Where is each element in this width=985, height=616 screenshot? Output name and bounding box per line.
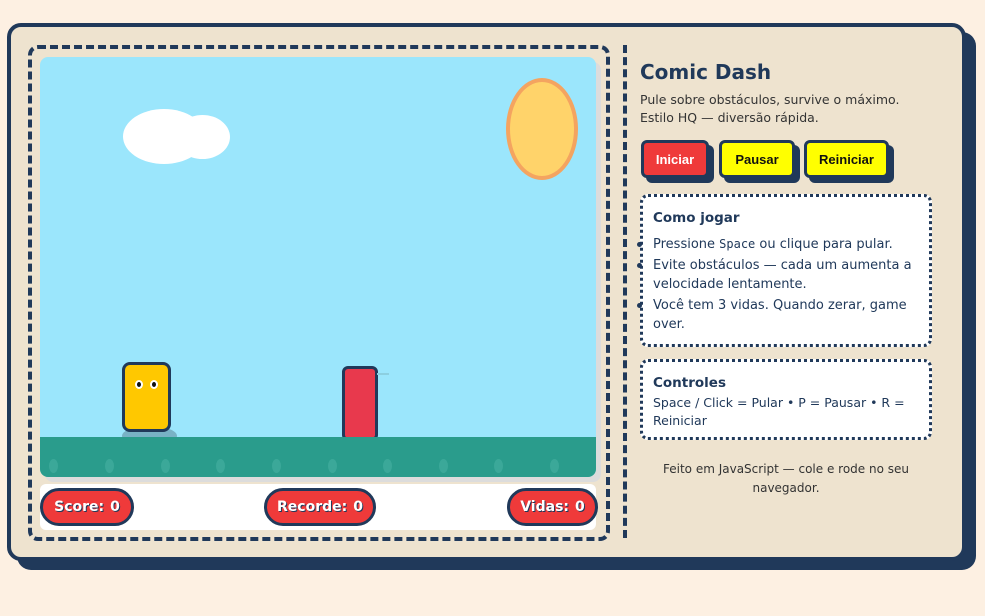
footer-note: Feito em JavaScript — cole e rode no seu… [663,462,909,495]
pause-button[interactable]: Pausar [719,140,795,178]
how-to-play-card: Como jogar Pressione Space ou clique par… [637,194,932,347]
score-value: 0 [110,499,120,515]
panel-divider [623,45,627,538]
ground-dot [383,459,392,473]
list-item-text: ou clique para pular. [755,237,893,252]
ground-dot [494,459,503,473]
ground-dot [272,459,281,473]
record-value: 0 [353,499,363,515]
lives-value: 0 [575,499,585,515]
how-to-play-list: Pressione Space ou clique para pular. Ev… [637,235,918,336]
game-canvas[interactable] [40,57,596,477]
ground-dot [161,459,170,473]
lives-badge: Vidas: 0 [507,488,598,526]
sun [506,78,578,180]
list-item-text: Pressione [653,237,720,252]
ground-dot [328,459,337,473]
ground-dot [49,459,58,473]
space-key: Space [719,237,756,251]
cloud [175,115,230,159]
speed-line [377,373,389,375]
list-item: Evite obstáculos — cada um aumenta a vel… [637,256,918,294]
player-eye [150,380,158,389]
controls-title: Controles [653,375,726,391]
player-character [122,362,171,432]
ground-dot [216,459,225,473]
how-to-play-title: Como jogar [653,210,740,226]
start-button[interactable]: Iniciar [641,140,709,178]
list-item: Você tem 3 vidas. Quando zerar, game ove… [637,296,918,334]
list-item: Pressione Space ou clique para pular. [637,235,918,254]
ground-dot [105,459,114,473]
score-badge: Score: 0 [40,488,134,526]
restart-button[interactable]: Reiniciar [804,140,889,178]
controls-card: Controles Space / Click = Pular • P = Pa… [640,359,932,440]
lives-label: Vidas: [520,499,570,515]
record-badge: Recorde: 0 [264,488,376,526]
controls-text: Space / Click = Pular • P = Pausar • R =… [653,395,905,428]
page-title: Comic Dash [640,60,772,84]
obstacle [342,366,378,441]
ground-dot [439,459,448,473]
ground-dot [550,459,559,473]
record-label: Recorde: [277,499,348,515]
page-subtitle: Pule sobre obstáculos, survive o máximo.… [640,92,900,125]
player-eye [135,380,143,389]
ground [40,437,596,477]
score-label: Score: [54,499,105,515]
